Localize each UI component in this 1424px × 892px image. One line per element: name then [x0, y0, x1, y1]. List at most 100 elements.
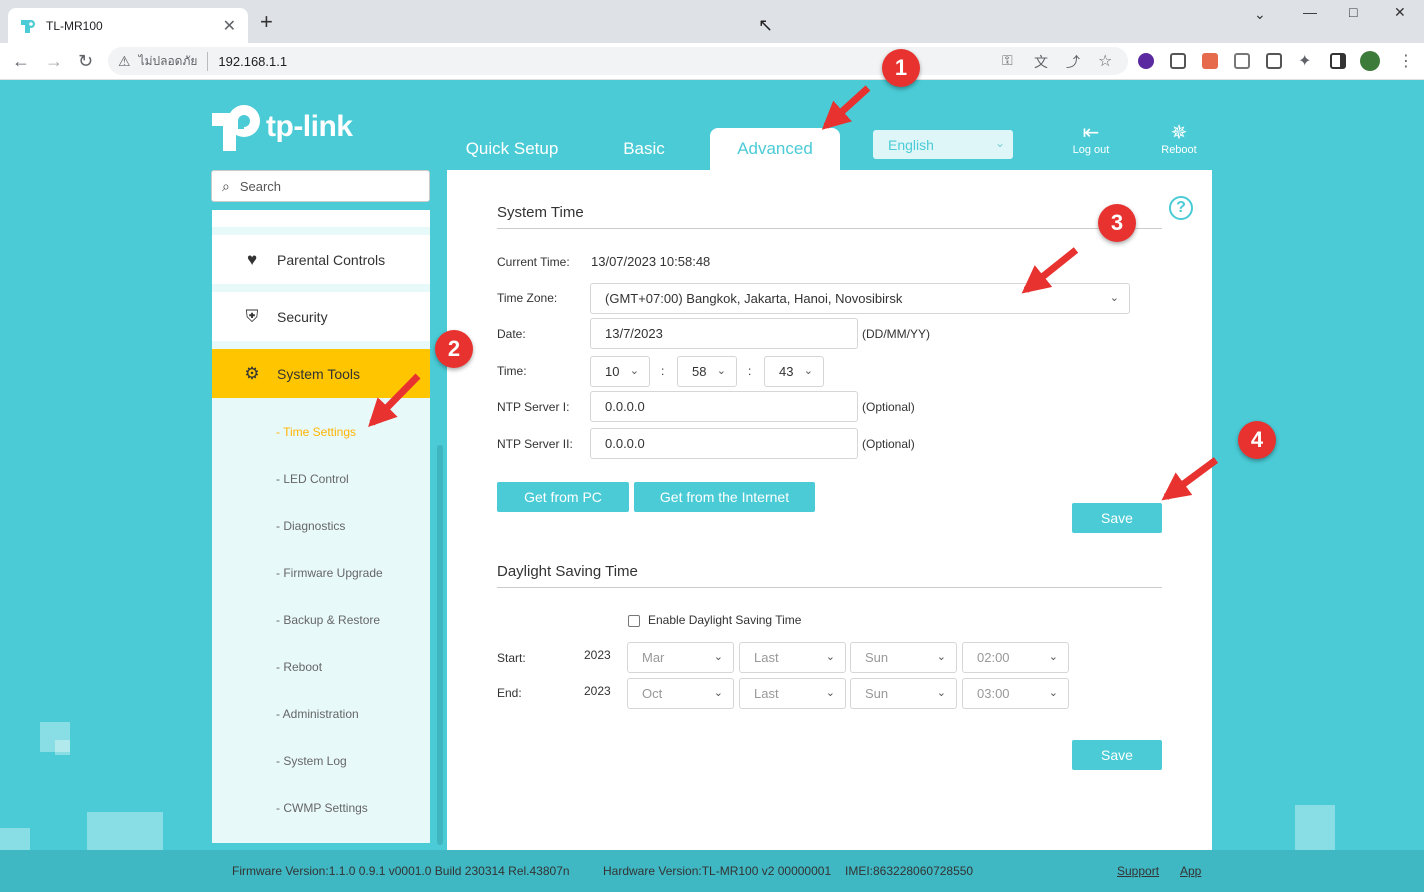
- language-select[interactable]: English ⌄: [873, 130, 1013, 159]
- annotation-marker-3: 3: [1098, 204, 1136, 242]
- chevron-down-icon: ⌄: [713, 687, 723, 699]
- search-input[interactable]: [239, 178, 410, 194]
- address-bar[interactable]: ⚠ ไม่ปลอดภัย 192.168.1.1: [108, 47, 1128, 75]
- save-time-button[interactable]: Save: [1072, 503, 1162, 533]
- share-icon[interactable]: ⤴: [1066, 52, 1080, 72]
- key-icon[interactable]: ⚿: [1002, 52, 1013, 69]
- sidebar-item-partial[interactable]: [212, 210, 430, 227]
- gear-icon: ⚙: [244, 363, 260, 383]
- second-select[interactable]: 43 ⌄: [764, 356, 824, 387]
- firmware-version: Firmware Version:1.1.0 0.9.1 v0001.0 Bui…: [232, 864, 570, 878]
- time-separator: :: [661, 364, 665, 378]
- support-link[interactable]: Support: [1117, 864, 1159, 878]
- dst-start-time-select[interactable]: 02:00 ⌄: [962, 642, 1069, 673]
- browser-tab-bar: TL-MR100 ✕ + ↖ ⌄ — □ ✕: [0, 0, 1424, 43]
- sidebar-subitem-system-log[interactable]: - System Log: [276, 754, 347, 768]
- dst-end-day-select[interactable]: Sun ⌄: [850, 678, 957, 709]
- sidebar-scrollbar[interactable]: [437, 445, 443, 845]
- sidebar-subitem-reboot[interactable]: - Reboot: [276, 660, 322, 674]
- date-input[interactable]: 13/7/2023: [590, 318, 858, 349]
- warning-icon[interactable]: ⚠: [118, 53, 131, 70]
- enable-dst-checkbox[interactable]: [628, 615, 640, 627]
- screenshot-extension-icon[interactable]: [1170, 53, 1186, 69]
- sidebar-item-system-tools[interactable]: ⚙ System Tools: [212, 349, 430, 398]
- chevron-down-icon: ⌄: [716, 365, 726, 377]
- side-panel-icon[interactable]: [1330, 53, 1346, 69]
- language-value: English: [888, 136, 934, 153]
- timezone-select[interactable]: (GMT+07:00) Bangkok, Jakarta, Hanoi, Nov…: [590, 283, 1130, 314]
- dst-start-label: Start:: [497, 651, 526, 665]
- sidebar-subitem-firmware-upgrade[interactable]: - Firmware Upgrade: [276, 566, 383, 580]
- save-dst-button[interactable]: Save: [1072, 740, 1162, 770]
- browser-menu-icon[interactable]: ⋮: [1398, 51, 1414, 71]
- minimize-icon[interactable]: —: [1303, 4, 1317, 20]
- chevron-down-icon: ⌄: [825, 687, 835, 699]
- logout-button[interactable]: ⇤ Log out: [1061, 122, 1121, 156]
- tab-quick-setup[interactable]: Quick Setup: [450, 128, 574, 170]
- dst-end-time: 03:00: [977, 686, 1010, 701]
- chevron-down-icon: ⌄: [713, 651, 723, 663]
- sidebar-item-parental-controls[interactable]: ♥ Parental Controls: [212, 235, 430, 284]
- timezone-label: Time Zone:: [497, 291, 558, 305]
- extensions-puzzle-icon[interactable]: ✦: [1298, 51, 1311, 71]
- profile-avatar[interactable]: [1360, 51, 1380, 71]
- window-close-icon[interactable]: ✕: [1394, 4, 1406, 21]
- app-link[interactable]: App: [1180, 864, 1201, 878]
- ntp2-input[interactable]: 0.0.0.0: [590, 428, 858, 459]
- browser-tab[interactable]: TL-MR100 ✕: [8, 8, 248, 43]
- sidebar-subitem-time-settings[interactable]: - Time Settings: [276, 425, 356, 439]
- edit-extension-icon[interactable]: [1234, 53, 1250, 69]
- sidebar-subitem-cwmp-settings[interactable]: - CWMP Settings: [276, 801, 368, 815]
- imei: IMEI:863228060728550: [845, 864, 974, 878]
- dst-start-week-select[interactable]: Last ⌄: [739, 642, 846, 673]
- sidebar-item-security[interactable]: ⛨ Security: [212, 292, 430, 341]
- ntp2-label: NTP Server II:: [497, 437, 573, 451]
- date-label: Date:: [497, 327, 526, 341]
- dst-end-label: End:: [497, 686, 522, 700]
- new-tab-button[interactable]: +: [260, 11, 273, 33]
- sidebar-subitem-administration[interactable]: - Administration: [276, 707, 359, 721]
- capture-extension-icon[interactable]: [1266, 53, 1282, 69]
- sidebar-subitem-diagnostics[interactable]: - Diagnostics: [276, 519, 345, 533]
- cast-extension-icon[interactable]: [1202, 53, 1218, 69]
- not-secure-label[interactable]: ไม่ปลอดภัย: [139, 51, 209, 71]
- decorative-square: [1295, 805, 1335, 850]
- download-extension-icon[interactable]: [1138, 53, 1154, 69]
- dst-end-week-select[interactable]: Last ⌄: [739, 678, 846, 709]
- sidebar-item-label: Security: [277, 308, 328, 325]
- tab-search-chevron-icon[interactable]: ⌄: [1254, 6, 1266, 23]
- bookmark-star-icon[interactable]: ☆: [1098, 51, 1112, 71]
- sidebar-subitem-led-control[interactable]: - LED Control: [276, 472, 349, 486]
- maximize-icon[interactable]: □: [1349, 4, 1357, 20]
- dst-end-time-select[interactable]: 03:00 ⌄: [962, 678, 1069, 709]
- back-icon[interactable]: ←: [12, 51, 30, 72]
- reboot-button[interactable]: ✵ Reboot: [1149, 122, 1209, 156]
- tp-link-favicon-icon: [21, 19, 35, 33]
- get-from-internet-button[interactable]: Get from the Internet: [634, 482, 815, 512]
- dst-end-month-select[interactable]: Oct ⌄: [627, 678, 734, 709]
- chevron-down-icon: ⌄: [825, 651, 835, 663]
- ntp1-input[interactable]: 0.0.0.0: [590, 391, 858, 422]
- tab-advanced[interactable]: Advanced: [710, 128, 840, 170]
- help-icon[interactable]: ?: [1169, 196, 1193, 220]
- mouse-cursor-icon: ↖: [758, 15, 774, 35]
- minute-select[interactable]: 58 ⌄: [677, 356, 737, 387]
- tab-basic[interactable]: Basic: [590, 128, 698, 170]
- dst-start-day-select[interactable]: Sun ⌄: [850, 642, 957, 673]
- logout-icon: ⇤: [1082, 122, 1100, 144]
- search-box[interactable]: ⌕: [211, 170, 430, 202]
- get-from-pc-button[interactable]: Get from PC: [497, 482, 629, 512]
- sidebar-item-label: Parental Controls: [277, 251, 386, 268]
- forward-icon[interactable]: →: [45, 51, 63, 72]
- dst-start-month-select[interactable]: Mar ⌄: [627, 642, 734, 673]
- url-text[interactable]: 192.168.1.1: [218, 54, 287, 69]
- reload-icon[interactable]: ↻: [78, 51, 93, 72]
- translate-icon[interactable]: 文: [1034, 52, 1048, 72]
- system-time-title: System Time: [497, 204, 584, 221]
- sidebar-subitem-backup-restore[interactable]: - Backup & Restore: [276, 613, 380, 627]
- tab-close-icon[interactable]: ✕: [223, 16, 236, 36]
- chevron-down-icon: ⌄: [936, 651, 946, 663]
- decorative-square: [55, 740, 70, 755]
- decorative-square: [0, 828, 30, 850]
- hour-select[interactable]: 10 ⌄: [590, 356, 650, 387]
